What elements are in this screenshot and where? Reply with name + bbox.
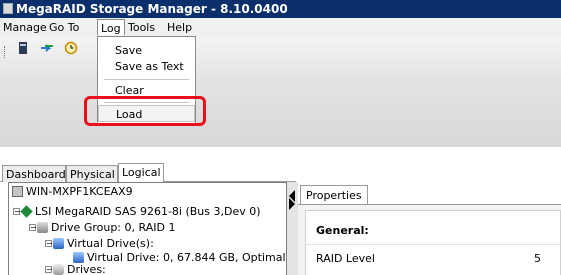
tree-node-controller[interactable]: LSI MegaRAID SAS 9261-8i (Bus 3,Dev 0) [20,205,261,218]
expand-toggle[interactable]: − [13,208,21,216]
expand-toggle[interactable]: − [45,266,53,274]
expand-right-icon[interactable] [289,198,295,210]
tab-dashboard[interactable]: Dashboard [2,165,66,182]
toolbar [0,36,561,147]
virtual-drives-icon [53,238,64,249]
highlight-box [84,96,206,126]
properties-panel: General: RAID Level 5 [305,210,561,275]
menu-tools[interactable]: Tools [128,21,155,34]
server-icon[interactable] [14,41,32,59]
tree-node-host[interactable]: WIN-MXPF1KCEAX9 [12,185,133,198]
tree-node-virtual-drives[interactable]: Virtual Drive(s): [53,237,154,250]
title-bar: MegaRAID Storage Manager - 8.10.0400 [0,0,561,18]
logical-tree: WIN-MXPF1KCEAX9 − LSI MegaRAID SAS 9261-… [8,182,287,275]
expand-toggle[interactable]: − [29,224,37,232]
controller-icon [20,205,33,218]
app-icon [3,3,13,14]
drive-group-icon [37,222,48,233]
clock-icon[interactable] [62,41,80,59]
virtual-drive-icon [73,252,84,263]
raid-level-value: 5 [534,252,541,265]
menu-item-save[interactable]: Save [98,42,195,59]
tree-node-drives[interactable]: Drives: [53,263,106,275]
tab-physical[interactable]: Physical [66,165,118,182]
drives-icon [53,264,64,275]
menu-item-save-as-text[interactable]: Save as Text [98,58,195,75]
refresh-icon[interactable] [38,41,56,59]
window-title: MegaRAID Storage Manager - 8.10.0400 [16,2,288,16]
toolbar-grip[interactable] [4,46,7,58]
left-tab-strip: Dashboard Physical Logical [0,163,296,183]
tab-properties[interactable]: Properties [300,185,368,204]
row-divider [306,244,560,245]
expand-toggle[interactable]: − [45,240,53,248]
menu-bar: Manage Go To Log Tools Help [0,18,561,36]
menu-log[interactable]: Log [97,19,125,35]
tree-node-drive-group[interactable]: Drive Group: 0, RAID 1 [37,221,175,234]
menu-separator [104,79,189,80]
menu-help[interactable]: Help [167,21,192,34]
tab-logical[interactable]: Logical [118,163,164,183]
properties-pane: General: RAID Level 5 [298,204,561,275]
raid-level-label: RAID Level [316,252,375,265]
menu-manage[interactable]: Manage [3,21,47,34]
section-general: General: [316,224,369,237]
menu-go-to[interactable]: Go To [49,21,79,34]
properties-tab-strip: Properties [298,182,561,204]
server-icon [12,186,23,197]
pane-splitter[interactable] [287,182,298,275]
